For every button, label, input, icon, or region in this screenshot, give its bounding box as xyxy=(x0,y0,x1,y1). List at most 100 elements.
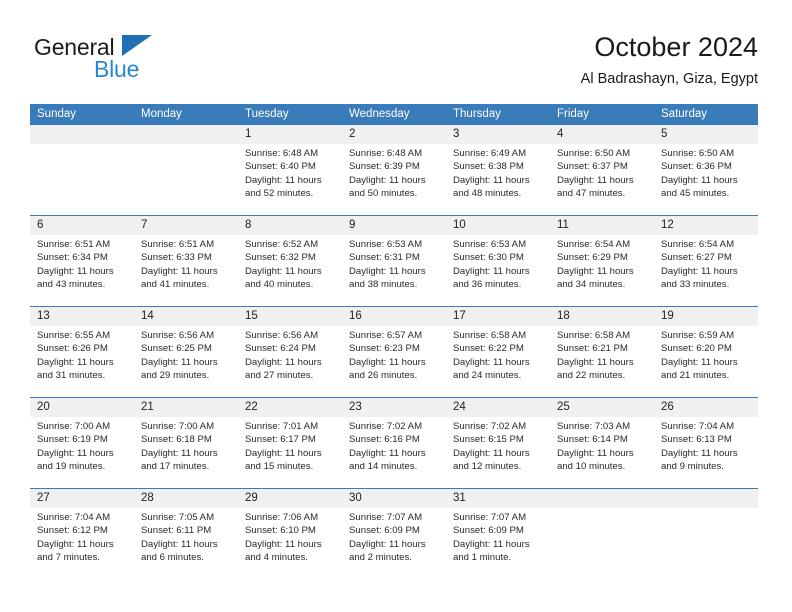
sunset-text: Sunset: 6:34 PM xyxy=(37,252,108,264)
day-cell[interactable]: Sunrise: 6:50 AM Sunset: 6:36 PM Daylight:… xyxy=(654,144,758,215)
day-cell[interactable]: Sunrise: 7:04 AM Sunset: 6:13 PM Daylight:… xyxy=(654,417,758,488)
page-title: October 2024 xyxy=(594,32,758,62)
daylight-text: Daylight: 11 hours and 21 minutes. xyxy=(661,356,738,382)
day-cell[interactable]: Sunrise: 6:58 AM Sunset: 6:22 PM Daylight:… xyxy=(446,326,550,397)
day-number[interactable]: 18 xyxy=(550,307,654,326)
day-number[interactable]: 30 xyxy=(342,489,446,508)
day-cell[interactable]: Sunrise: 6:51 AM Sunset: 6:34 PM Daylight:… xyxy=(30,235,134,306)
day-number[interactable]: 10 xyxy=(446,216,550,235)
day-number[interactable]: 12 xyxy=(654,216,758,235)
day-number[interactable]: 8 xyxy=(238,216,342,235)
week-day-details: Sunrise: 7:00 AM Sunset: 6:19 PM Daylight:… xyxy=(30,417,758,488)
day-number[interactable]: 21 xyxy=(134,398,238,417)
sunset-text: Sunset: 6:09 PM xyxy=(453,525,524,537)
sunrise-text: Sunrise: 6:56 AM xyxy=(141,330,215,341)
day-cell[interactable]: Sunrise: 6:52 AM Sunset: 6:32 PM Daylight:… xyxy=(238,235,342,306)
sunset-text: Sunset: 6:29 PM xyxy=(557,252,628,264)
day-cell-empty xyxy=(30,144,134,215)
day-number[interactable]: 3 xyxy=(446,125,550,144)
day-cell[interactable]: Sunrise: 7:02 AM Sunset: 6:16 PM Daylight:… xyxy=(342,417,446,488)
day-number[interactable]: 24 xyxy=(446,398,550,417)
day-number[interactable]: 31 xyxy=(446,489,550,508)
sunset-text: Sunset: 6:24 PM xyxy=(245,343,316,355)
day-header-friday: Friday xyxy=(557,108,589,120)
sunrise-text: Sunrise: 6:51 AM xyxy=(141,239,215,250)
day-number[interactable]: 9 xyxy=(342,216,446,235)
sunrise-text: Sunrise: 7:02 AM xyxy=(453,421,527,432)
sunset-text: Sunset: 6:12 PM xyxy=(37,525,108,537)
day-cell[interactable]: Sunrise: 6:53 AM Sunset: 6:30 PM Daylight:… xyxy=(446,235,550,306)
day-number[interactable]: 23 xyxy=(342,398,446,417)
day-header-saturday: Saturday xyxy=(661,108,708,120)
day-cell[interactable]: Sunrise: 7:00 AM Sunset: 6:18 PM Daylight:… xyxy=(134,417,238,488)
daylight-text: Daylight: 11 hours and 38 minutes. xyxy=(349,265,426,291)
day-cell[interactable]: Sunrise: 6:51 AM Sunset: 6:33 PM Daylight:… xyxy=(134,235,238,306)
calendar-week-row: 27 28 29 30 31 Sunrise: 7:04 AM Sunset: 6:12 P… xyxy=(30,488,758,579)
day-number[interactable]: 29 xyxy=(238,489,342,508)
day-number[interactable]: 22 xyxy=(238,398,342,417)
day-cell[interactable]: Sunrise: 7:01 AM Sunset: 6:17 PM Daylight:… xyxy=(238,417,342,488)
calendar-week-row: 13 14 15 16 17 18 19 Sunrise: 6:55 AM Sunset: 6:… xyxy=(30,306,758,397)
general-blue-logo[interactable]: General Blue xyxy=(34,34,234,94)
page-subtitle: Al Badrashayn, Giza, Egypt xyxy=(580,71,758,87)
daylight-text: Daylight: 11 hours and 19 minutes. xyxy=(37,447,114,473)
day-cell[interactable]: Sunrise: 6:56 AM Sunset: 6:24 PM Daylight:… xyxy=(238,326,342,397)
week-day-details: Sunrise: 6:51 AM Sunset: 6:34 PM Daylight:… xyxy=(30,235,758,306)
day-number[interactable]: 14 xyxy=(134,307,238,326)
day-cell[interactable]: Sunrise: 7:03 AM Sunset: 6:14 PM Daylight:… xyxy=(550,417,654,488)
calendar-week-row: 6 7 8 9 10 11 12 Sunrise: 6:51 AM Sunset: 6:34 P… xyxy=(30,215,758,306)
day-number[interactable]: 13 xyxy=(30,307,134,326)
day-cell[interactable]: Sunrise: 6:58 AM Sunset: 6:21 PM Daylight:… xyxy=(550,326,654,397)
sunset-text: Sunset: 6:37 PM xyxy=(557,161,628,173)
sunrise-text: Sunrise: 6:50 AM xyxy=(557,148,631,159)
daylight-text: Daylight: 11 hours and 10 minutes. xyxy=(557,447,634,473)
day-header-sunday: Sunday xyxy=(37,108,77,120)
sunrise-text: Sunrise: 6:53 AM xyxy=(453,239,527,250)
day-cell[interactable]: Sunrise: 6:59 AM Sunset: 6:20 PM Daylight:… xyxy=(654,326,758,397)
day-cell[interactable]: Sunrise: 6:48 AM Sunset: 6:40 PM Daylight:… xyxy=(238,144,342,215)
day-number[interactable]: 1 xyxy=(238,125,342,144)
day-cell[interactable]: Sunrise: 7:02 AM Sunset: 6:15 PM Daylight:… xyxy=(446,417,550,488)
daylight-text: Daylight: 11 hours and 40 minutes. xyxy=(245,265,322,291)
day-number[interactable]: 25 xyxy=(550,398,654,417)
daylight-text: Daylight: 11 hours and 7 minutes. xyxy=(37,538,114,564)
day-number[interactable]: 19 xyxy=(654,307,758,326)
day-cell[interactable]: Sunrise: 7:07 AM Sunset: 6:09 PM Daylight:… xyxy=(342,508,446,579)
day-number[interactable]: 26 xyxy=(654,398,758,417)
day-cell[interactable]: Sunrise: 6:54 AM Sunset: 6:27 PM Daylight:… xyxy=(654,235,758,306)
day-number[interactable]: 17 xyxy=(446,307,550,326)
day-number[interactable]: 4 xyxy=(550,125,654,144)
day-cell-empty xyxy=(134,144,238,215)
sunrise-text: Sunrise: 7:07 AM xyxy=(349,512,423,523)
day-number[interactable]: 7 xyxy=(134,216,238,235)
day-cell[interactable]: Sunrise: 7:06 AM Sunset: 6:10 PM Daylight:… xyxy=(238,508,342,579)
day-number[interactable]: 28 xyxy=(134,489,238,508)
day-cell[interactable]: Sunrise: 7:00 AM Sunset: 6:19 PM Daylight:… xyxy=(30,417,134,488)
daylight-text: Daylight: 11 hours and 17 minutes. xyxy=(141,447,218,473)
day-number[interactable]: 15 xyxy=(238,307,342,326)
day-number[interactable]: 20 xyxy=(30,398,134,417)
day-cell[interactable]: Sunrise: 6:54 AM Sunset: 6:29 PM Daylight:… xyxy=(550,235,654,306)
week-day-numbers: 20 21 22 23 24 25 26 xyxy=(30,398,758,417)
day-number[interactable]: 16 xyxy=(342,307,446,326)
day-cell[interactable]: Sunrise: 6:53 AM Sunset: 6:31 PM Daylight:… xyxy=(342,235,446,306)
day-cell[interactable]: Sunrise: 6:56 AM Sunset: 6:25 PM Daylight:… xyxy=(134,326,238,397)
sunset-text: Sunset: 6:21 PM xyxy=(557,343,628,355)
daylight-text: Daylight: 11 hours and 43 minutes. xyxy=(37,265,114,291)
day-cell[interactable]: Sunrise: 7:04 AM Sunset: 6:12 PM Daylight:… xyxy=(30,508,134,579)
daylight-text: Daylight: 11 hours and 50 minutes. xyxy=(349,174,426,200)
sunset-text: Sunset: 6:39 PM xyxy=(349,161,420,173)
day-cell[interactable]: Sunrise: 6:57 AM Sunset: 6:23 PM Daylight:… xyxy=(342,326,446,397)
day-cell[interactable]: Sunrise: 7:05 AM Sunset: 6:11 PM Daylight:… xyxy=(134,508,238,579)
day-number[interactable]: 11 xyxy=(550,216,654,235)
day-number[interactable]: 5 xyxy=(654,125,758,144)
sunset-text: Sunset: 6:31 PM xyxy=(349,252,420,264)
day-number[interactable]: 2 xyxy=(342,125,446,144)
day-number[interactable]: 6 xyxy=(30,216,134,235)
day-cell[interactable]: Sunrise: 6:48 AM Sunset: 6:39 PM Daylight:… xyxy=(342,144,446,215)
day-cell[interactable]: Sunrise: 6:55 AM Sunset: 6:26 PM Daylight:… xyxy=(30,326,134,397)
day-cell[interactable]: Sunrise: 6:49 AM Sunset: 6:38 PM Daylight:… xyxy=(446,144,550,215)
day-cell[interactable]: Sunrise: 6:50 AM Sunset: 6:37 PM Daylight:… xyxy=(550,144,654,215)
day-number[interactable]: 27 xyxy=(30,489,134,508)
day-cell[interactable]: Sunrise: 7:07 AM Sunset: 6:09 PM Daylight:… xyxy=(446,508,550,579)
